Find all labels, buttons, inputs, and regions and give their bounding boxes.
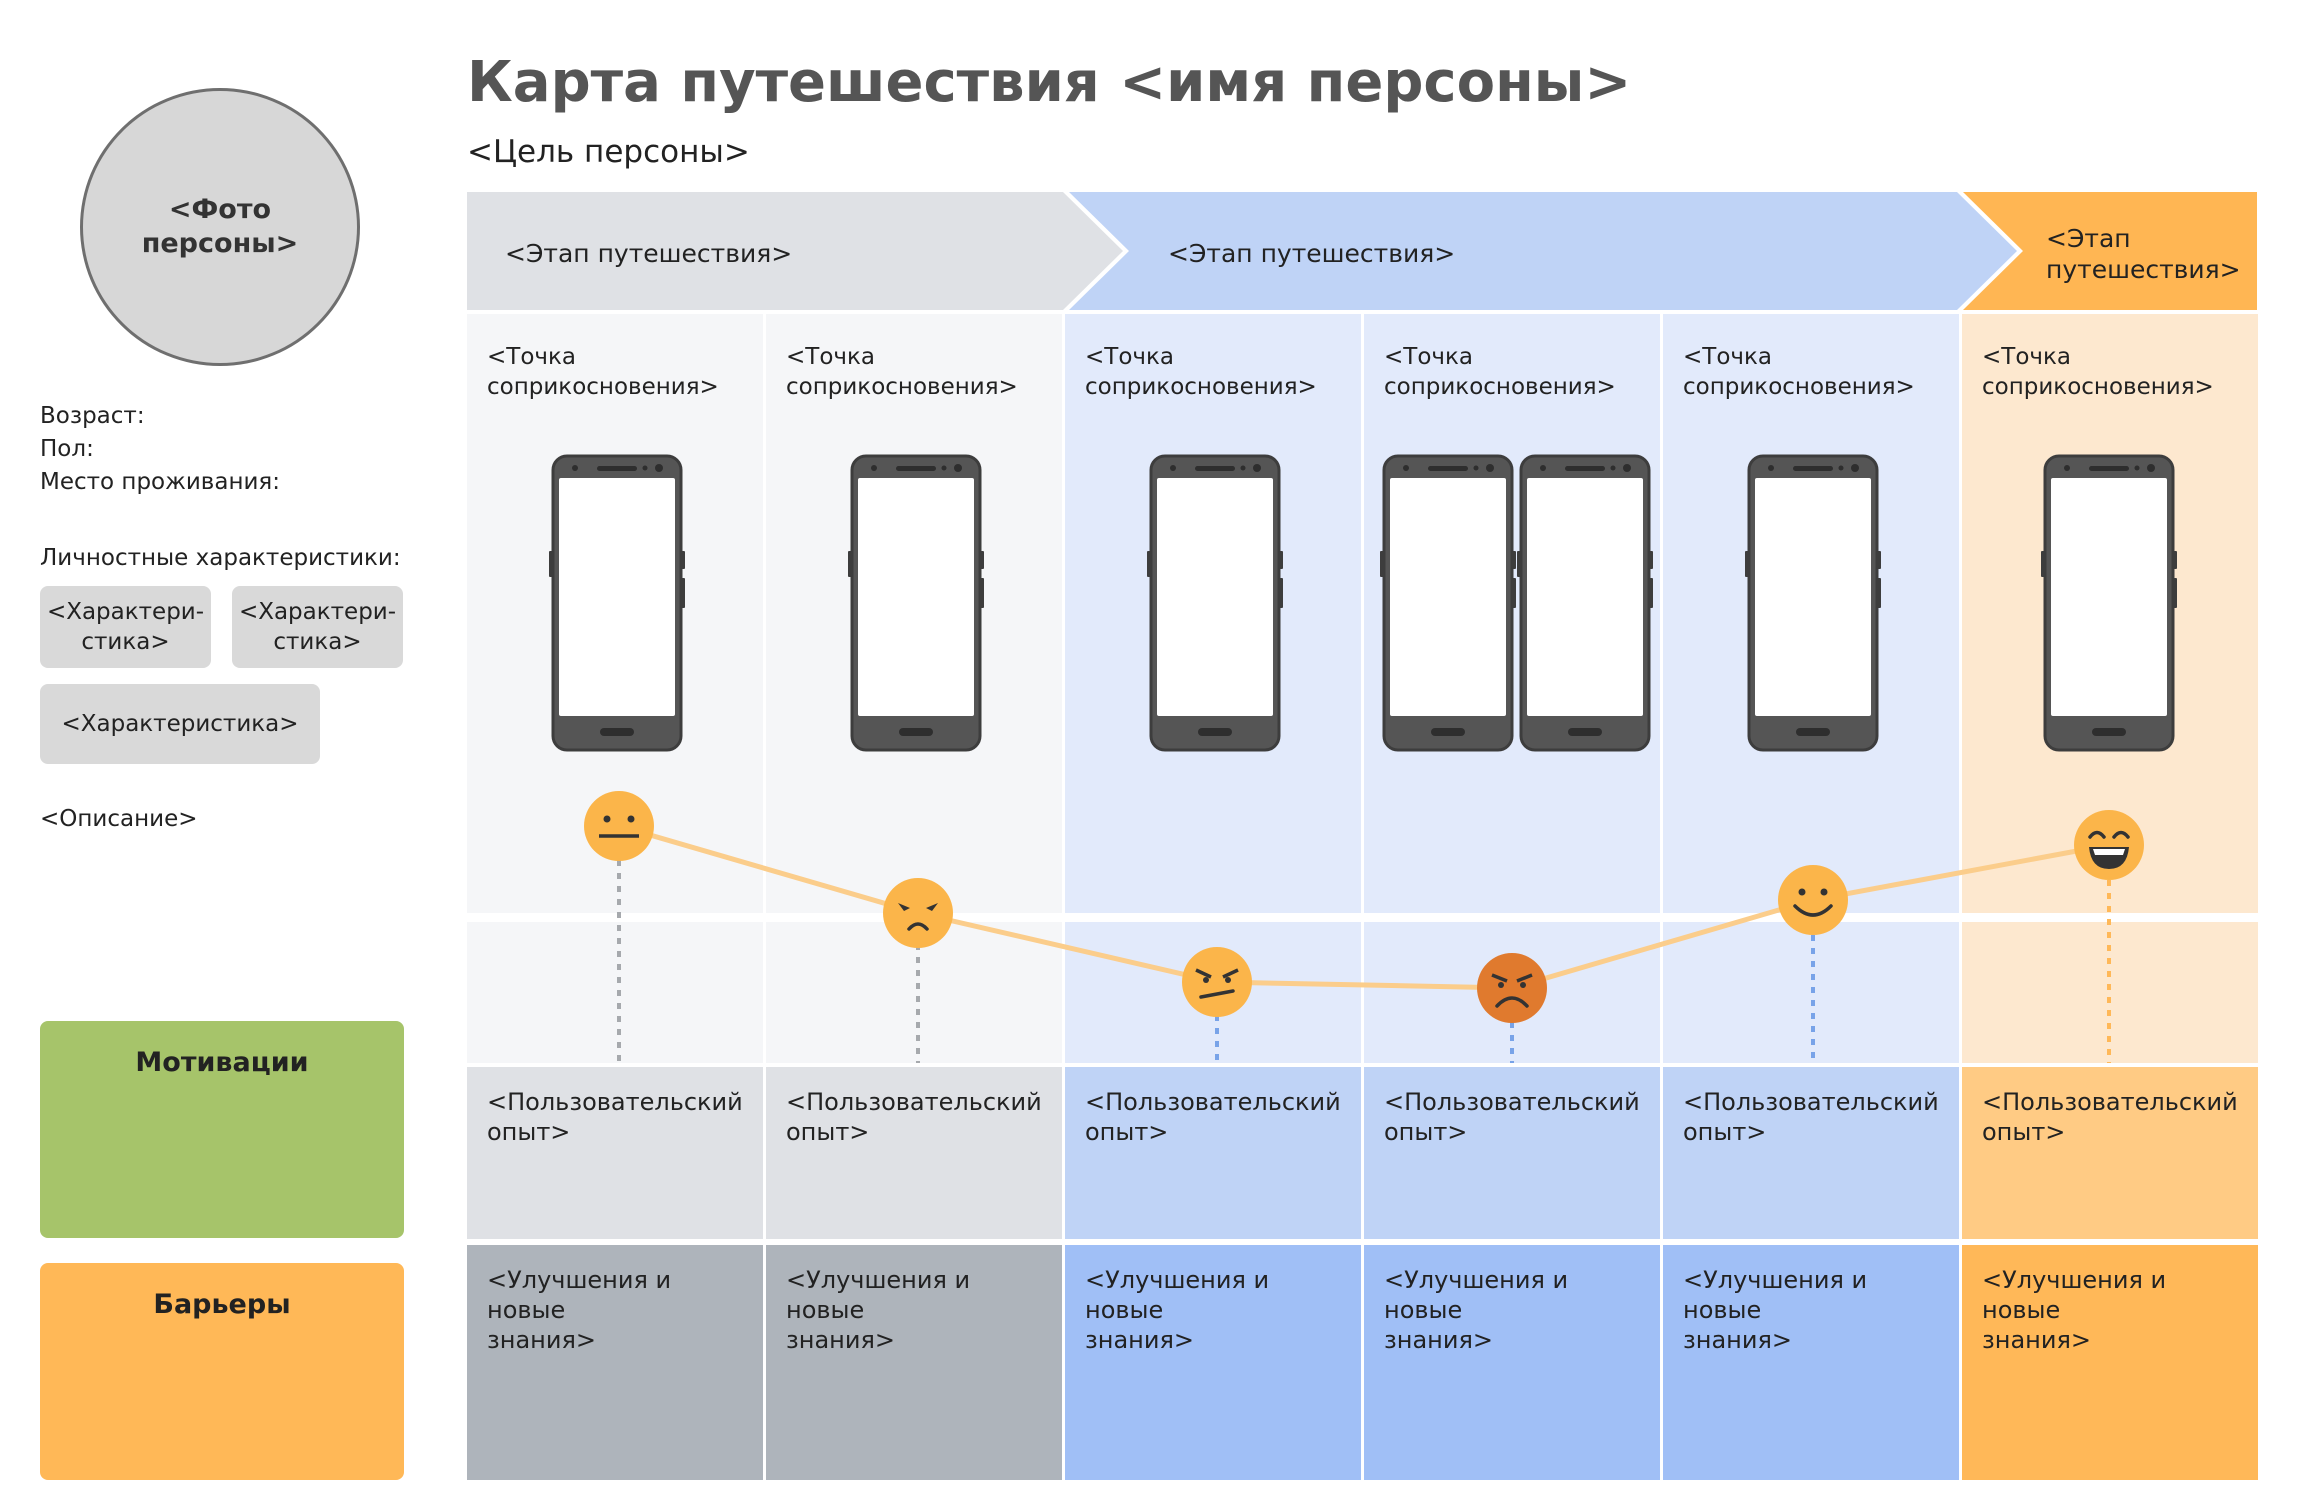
experience-label-2a: <Пользовательский — [786, 1088, 1042, 1116]
trait-tag-1-line2: стика> — [81, 629, 170, 655]
experience-label-6b: опыт> — [1982, 1118, 2066, 1146]
improvement-label-6b: знания> — [1982, 1326, 2091, 1354]
experience-label-3a: <Пользовательский — [1085, 1088, 1341, 1116]
experience-label-1a: <Пользовательский — [487, 1088, 743, 1116]
gender-label: Пол: — [40, 436, 94, 462]
phone-icon-4a — [1378, 454, 1518, 752]
trait-tag-2-line2: стика> — [273, 629, 362, 655]
improvement-cell-1: <Улучшения и новые знания> — [467, 1245, 763, 1480]
motivations-card: Мотивации — [40, 1021, 404, 1238]
angry-face-icon — [1477, 953, 1547, 1023]
improvement-label-1a: <Улучшения и новые — [487, 1266, 672, 1324]
description-label: <Описание> — [40, 806, 198, 832]
phone-icon-1 — [547, 454, 687, 752]
experience-label-5a: <Пользовательский — [1683, 1088, 1939, 1116]
traits-label: Личностные характеристики: — [40, 545, 401, 571]
experience-label-6a: <Пользовательский — [1982, 1088, 2238, 1116]
stage-label-3: <Этап путешествия> — [2046, 223, 2241, 285]
touchpoint-label-2b: соприкосновения> — [786, 374, 1018, 400]
barriers-label: Барьеры — [153, 1289, 291, 1320]
persona-photo-placeholder: <Фото персоны> — [80, 88, 360, 366]
residence-label: Место проживания: — [40, 469, 281, 495]
experience-cell-1: <Пользовательский опыт> — [467, 1067, 763, 1239]
touchpoint-label-2a: <Точка — [786, 344, 875, 370]
touchpoint-label-6b: соприкосновения> — [1982, 374, 2214, 400]
smiling-face-icon — [1778, 865, 1848, 935]
improvement-label-6a: <Улучшения и новые — [1982, 1266, 2167, 1324]
stage-label-3-line2: путешествия> — [2046, 255, 2241, 284]
experience-label-3b: опыт> — [1085, 1118, 1169, 1146]
improvement-label-5a: <Улучшения и новые — [1683, 1266, 1868, 1324]
touchpoint-label-5a: <Точка — [1683, 344, 1772, 370]
stage-label-1: <Этап путешествия> — [505, 239, 793, 268]
trait-tag-1-line1: <Характери- — [46, 599, 205, 625]
experience-cell-6: <Пользовательский опыт> — [1962, 1067, 2258, 1239]
trait-tag-2-line1: <Характери- — [238, 599, 397, 625]
experience-cell-5: <Пользовательский опыт> — [1663, 1067, 1959, 1239]
phone-icon-6 — [2039, 454, 2179, 752]
emotion-band-1 — [467, 922, 763, 1063]
phone-icon-4b — [1515, 454, 1655, 752]
experience-label-2b: опыт> — [786, 1118, 870, 1146]
touchpoint-label-4a: <Точка — [1384, 344, 1473, 370]
improvement-cell-5: <Улучшения и новые знания> — [1663, 1245, 1959, 1480]
photo-label-line2: персоны> — [141, 228, 299, 259]
improvement-cell-3: <Улучшения и новые знания> — [1065, 1245, 1361, 1480]
experience-cell-2: <Пользовательский опыт> — [766, 1067, 1062, 1239]
persona-goal: <Цель персоны> — [467, 134, 750, 170]
stage-label-2: <Этап путешествия> — [1168, 239, 1456, 268]
annoyed-face-icon — [1182, 947, 1252, 1017]
touchpoint-label-6a: <Точка — [1982, 344, 2071, 370]
touchpoint-label-4b: соприкосновения> — [1384, 374, 1616, 400]
touchpoint-label-1a: <Точка — [487, 344, 576, 370]
trait-tag-2: <Характери- стика> — [232, 586, 403, 668]
improvement-cell-4: <Улучшения и новые знания> — [1364, 1245, 1660, 1480]
barriers-card: Барьеры — [40, 1263, 404, 1480]
motivations-label: Мотивации — [135, 1047, 309, 1078]
touchpoint-label-3b: соприкосновения> — [1085, 374, 1317, 400]
improvement-cell-2: <Улучшения и новые знания> — [766, 1245, 1062, 1480]
experience-cell-3: <Пользовательский опыт> — [1065, 1067, 1361, 1239]
improvement-label-4b: знания> — [1384, 1326, 1493, 1354]
experience-label-5b: опыт> — [1683, 1118, 1767, 1146]
touchpoint-label-3a: <Точка — [1085, 344, 1174, 370]
improvement-label-2a: <Улучшения и новые — [786, 1266, 971, 1324]
photo-label-line1: <Фото — [168, 194, 272, 225]
improvement-cell-6: <Улучшения и новые знания> — [1962, 1245, 2258, 1480]
touchpoint-label-1b: соприкосновения> — [487, 374, 719, 400]
page-title: Карта путешествия <имя персоны> — [467, 50, 1632, 115]
worried-face-icon — [883, 878, 953, 948]
improvement-label-4a: <Улучшения и новые — [1384, 1266, 1569, 1324]
trait-tag-1: <Характери- стика> — [40, 586, 211, 668]
trait-tag-3: <Характеристика> — [40, 684, 320, 764]
experience-label-4a: <Пользовательский — [1384, 1088, 1640, 1116]
experience-cell-4: <Пользовательский опыт> — [1364, 1067, 1660, 1239]
neutral-face-icon — [584, 791, 654, 861]
stage-label-3-line1: <Этап — [2046, 224, 2131, 253]
phone-icon-5 — [1743, 454, 1883, 752]
age-label: Возраст: — [40, 403, 145, 429]
improvement-label-3a: <Улучшения и новые — [1085, 1266, 1270, 1324]
experience-label-4b: опыт> — [1384, 1118, 1468, 1146]
phone-icon-3 — [1145, 454, 1285, 752]
touchpoint-label-5b: соприкосновения> — [1683, 374, 1915, 400]
improvement-label-1b: знания> — [487, 1326, 596, 1354]
experience-label-1b: опыт> — [487, 1118, 571, 1146]
grinning-face-icon — [2074, 810, 2144, 880]
improvement-label-5b: знания> — [1683, 1326, 1792, 1354]
improvement-label-3b: знания> — [1085, 1326, 1194, 1354]
phone-icon-2 — [846, 454, 986, 752]
improvement-label-2b: знания> — [786, 1326, 895, 1354]
